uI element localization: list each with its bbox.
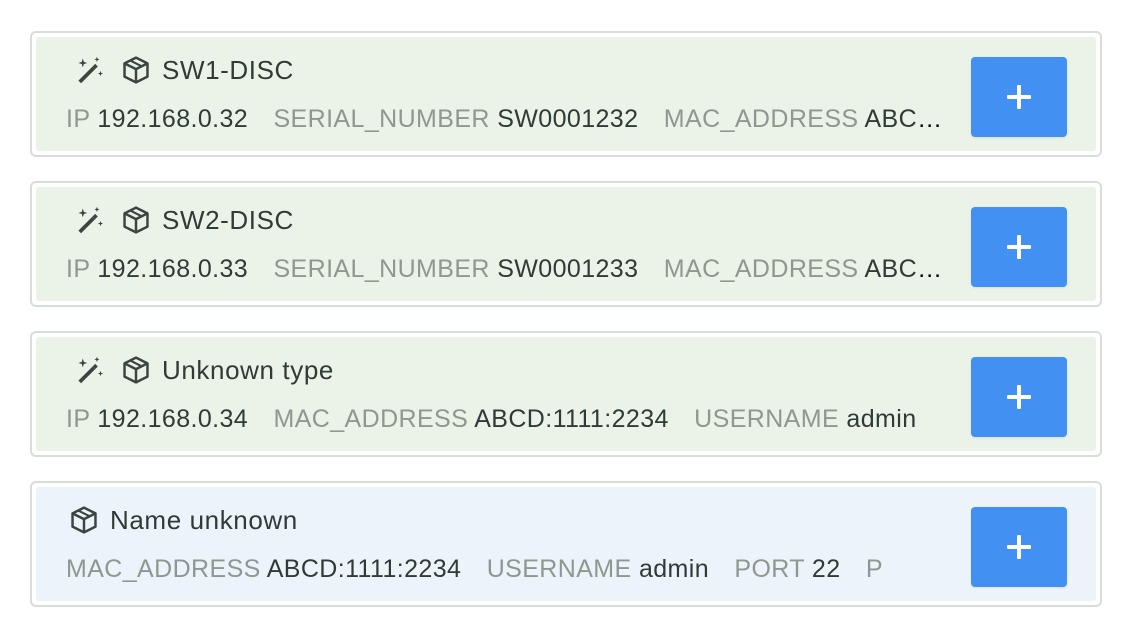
device-fields: IP 192.168.0.33 SERIAL_NUMBER SW0001233 … xyxy=(66,252,946,286)
field-value-ip: 192.168.0.33 xyxy=(97,255,249,283)
add-device-button[interactable]: + xyxy=(971,507,1067,587)
field-value-mac-address: ABCD:1111:2234 xyxy=(474,405,669,433)
field-value-mac-address: ABCD:1111:2234 xyxy=(864,255,946,283)
device-card-body: Unknown type IP 192.168.0.34 MAC_ADDRESS… xyxy=(36,337,1096,451)
field-key-port: PORT xyxy=(734,555,805,583)
field-value-serial-number: SW0001232 xyxy=(497,105,639,133)
field-key-serial-number: SERIAL_NUMBER xyxy=(273,105,490,133)
field-value-serial-number: SW0001233 xyxy=(497,255,639,283)
device-card-body: Name unknown MAC_ADDRESS ABCD:1111:2234 … xyxy=(36,487,1096,601)
field-value-mac-address: ABCD:1111:2234 xyxy=(864,105,946,133)
add-device-button[interactable]: + xyxy=(971,207,1067,287)
box-icon xyxy=(120,53,152,87)
device-name: SW2-DISC xyxy=(162,204,294,235)
field-key-mac-address: MAC_ADDRESS xyxy=(663,255,859,283)
device-title-row: SW1-DISC xyxy=(72,52,294,88)
field-key-ip: IP xyxy=(66,405,90,433)
field-value-port: 22 xyxy=(811,555,841,583)
box-icon xyxy=(120,203,152,237)
device-fields: MAC_ADDRESS ABCD:1111:2234 USERNAME admi… xyxy=(66,552,946,586)
device-card[interactable]: Unknown type IP 192.168.0.34 MAC_ADDRESS… xyxy=(30,331,1102,457)
field-key-mac-address: MAC_ADDRESS xyxy=(663,105,859,133)
field-value-username: admin xyxy=(638,555,710,583)
field-key-mac-address: MAC_ADDRESS xyxy=(66,555,261,583)
field-value-mac-address: ABCD:1111:2234 xyxy=(266,555,462,583)
plus-icon xyxy=(1006,384,1032,410)
plus-icon xyxy=(1006,534,1032,560)
device-name: Unknown type xyxy=(162,354,334,385)
field-value-username: admin xyxy=(846,405,917,433)
device-fields: IP 192.168.0.32 SERIAL_NUMBER SW0001232 … xyxy=(66,102,946,136)
device-name: SW1-DISC xyxy=(162,54,294,85)
field-key-mac-address: MAC_ADDRESS xyxy=(273,405,469,433)
field-key-username: USERNAME xyxy=(694,405,840,433)
field-value-ip: 192.168.0.32 xyxy=(97,105,249,133)
plus-icon xyxy=(1006,84,1032,110)
device-list: SW1-DISC IP 192.168.0.32 SERIAL_NUMBER S… xyxy=(30,31,1102,631)
box-icon xyxy=(120,353,152,387)
field-key-ip: IP xyxy=(66,105,90,133)
device-card-body: SW2-DISC IP 192.168.0.33 SERIAL_NUMBER S… xyxy=(36,187,1096,301)
field-key-truncated: P xyxy=(865,555,883,583)
field-value-ip: 192.168.0.34 xyxy=(97,405,249,433)
device-fields: IP 192.168.0.34 MAC_ADDRESS ABCD:1111:22… xyxy=(66,402,946,436)
device-name: Name unknown xyxy=(110,504,298,535)
add-device-button[interactable]: + xyxy=(971,57,1067,137)
magic-wand-icon xyxy=(72,203,106,237)
device-title-row: SW2-DISC xyxy=(72,202,294,238)
plus-icon xyxy=(1006,234,1032,260)
field-key-username: USERNAME xyxy=(486,555,632,583)
device-title-row: Unknown type xyxy=(72,352,334,388)
magic-wand-icon xyxy=(72,53,106,87)
device-card[interactable]: SW2-DISC IP 192.168.0.33 SERIAL_NUMBER S… xyxy=(30,181,1102,307)
field-key-serial-number: SERIAL_NUMBER xyxy=(273,255,490,283)
device-card-body: SW1-DISC IP 192.168.0.32 SERIAL_NUMBER S… xyxy=(36,37,1096,151)
box-icon xyxy=(68,503,100,537)
add-device-button[interactable]: + xyxy=(971,357,1067,437)
device-title-row: Name unknown xyxy=(68,502,298,538)
device-card[interactable]: SW1-DISC IP 192.168.0.32 SERIAL_NUMBER S… xyxy=(30,31,1102,157)
device-card[interactable]: Name unknown MAC_ADDRESS ABCD:1111:2234 … xyxy=(30,481,1102,607)
field-key-ip: IP xyxy=(66,255,90,283)
magic-wand-icon xyxy=(72,353,106,387)
